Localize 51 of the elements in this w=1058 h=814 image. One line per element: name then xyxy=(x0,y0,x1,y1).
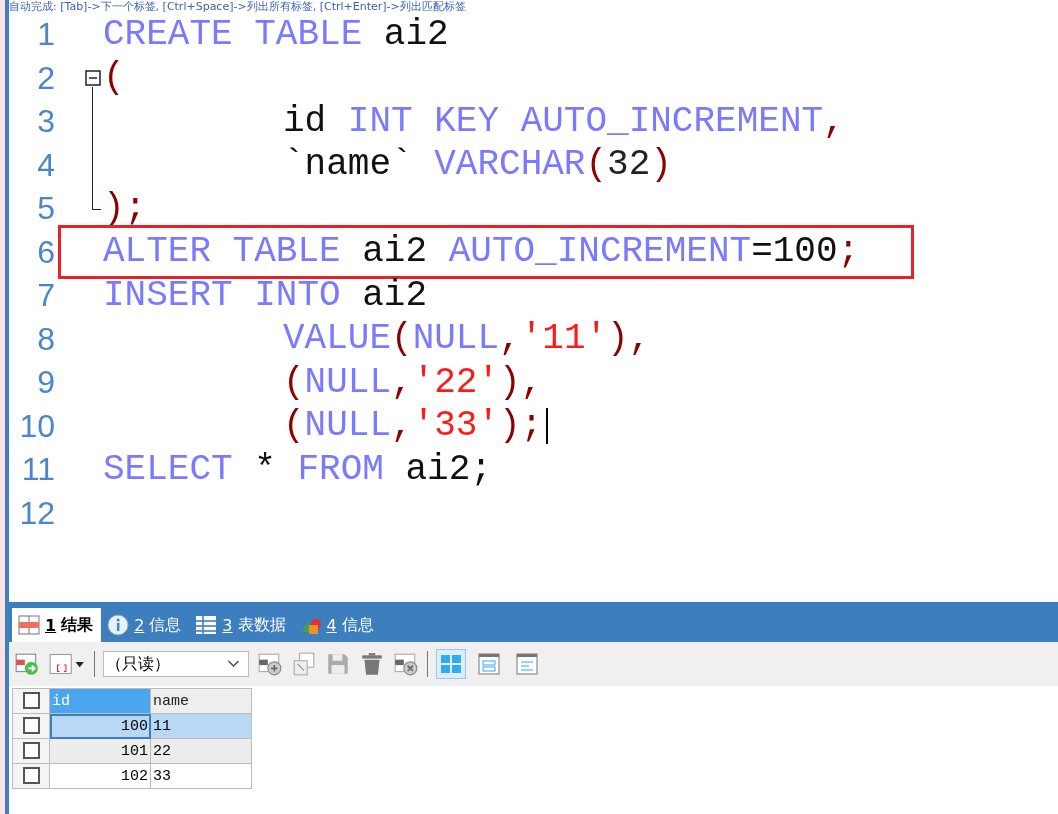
export-dropdown-icon[interactable] xyxy=(48,651,86,677)
column-header[interactable]: name xyxy=(150,688,252,714)
table-cell: 22 xyxy=(150,738,252,764)
line-number: 8 xyxy=(36,320,55,358)
info-icon xyxy=(107,614,130,636)
row-checkbox[interactable] xyxy=(22,717,40,735)
select-all-checkbox[interactable] xyxy=(22,692,40,710)
add-row-icon[interactable] xyxy=(14,651,40,677)
line-number: 6 xyxy=(36,233,55,271)
autocomplete-hint: 自动完成: [Tab]->下一个标签, [Ctrl+Space]->列出所有标签, [Ctrl+Enter]->列出匹配标签 xyxy=(9,0,467,13)
code-line: id INT KEY AUTO_INCREMENT, xyxy=(283,101,845,142)
line-number: 10 xyxy=(18,407,55,445)
line-number: 7 xyxy=(36,277,55,315)
table-cell: 100 xyxy=(49,713,151,739)
code-line: SELECT * FROM ai2; xyxy=(103,449,492,490)
code-line: VALUE(NULL,'11'), xyxy=(283,319,651,360)
code-line: ( xyxy=(103,58,125,99)
table-cell: 33 xyxy=(150,763,252,789)
mode-dropdown[interactable]: （只读） xyxy=(103,651,249,677)
row-checkbox[interactable] xyxy=(22,767,40,785)
line-number: 9 xyxy=(36,364,55,402)
code-line: CREATE TABLE ai2 xyxy=(103,14,449,55)
delete-row-icon[interactable] xyxy=(393,651,419,677)
code-line: `name` VARCHAR(32) xyxy=(283,145,672,186)
code-line: INSERT INTO ai2 xyxy=(103,275,428,316)
column-header[interactable]: id xyxy=(49,688,151,714)
table-icon xyxy=(195,614,218,636)
result-tab[interactable]: 4 信息 xyxy=(293,608,382,642)
collapse-icon[interactable] xyxy=(85,70,101,87)
line-number: 12 xyxy=(18,494,55,532)
result-tab[interactable]: 2 信息 xyxy=(101,608,190,642)
result-tab[interactable]: 3 表数据 xyxy=(189,608,294,642)
code-line: (NULL,'22'), xyxy=(283,362,543,403)
trash-icon[interactable] xyxy=(359,651,385,677)
table-cell: 101 xyxy=(49,738,151,764)
line-number: 3 xyxy=(36,103,55,141)
insert-row-icon[interactable] xyxy=(257,651,283,677)
table-cell: 11 xyxy=(150,713,252,739)
code-line: ALTER TABLE ai2 AUTO_INCREMENT=100; xyxy=(61,228,912,277)
line-number: 11 xyxy=(20,451,55,489)
line-number: 2 xyxy=(36,59,55,97)
table-cell: 102 xyxy=(49,763,151,789)
result-tab[interactable]: 1 结果 xyxy=(12,608,102,642)
row-checkbox[interactable] xyxy=(22,742,40,760)
line-number: 5 xyxy=(36,190,55,228)
table-icon xyxy=(18,614,40,636)
code-line: ); xyxy=(103,188,147,229)
chevron-down-icon xyxy=(227,660,240,668)
line-number: 1 xyxy=(36,16,55,54)
code-line: (NULL,'33'); xyxy=(283,406,543,447)
line-number: 4 xyxy=(36,146,55,184)
